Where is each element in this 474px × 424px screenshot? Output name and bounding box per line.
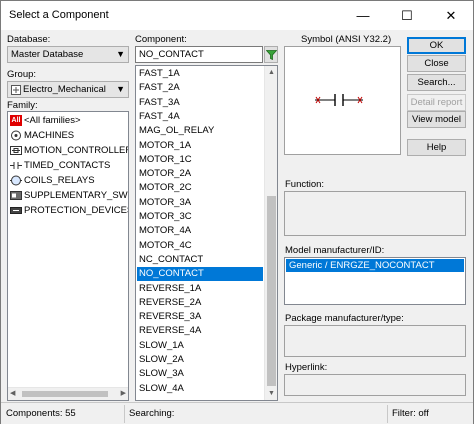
component-list-item[interactable]: MOTOR_2C bbox=[137, 181, 263, 195]
family-label: Family: bbox=[7, 100, 38, 111]
model-manufacturer-item[interactable]: Generic / ENRGZE_NOCONTACT bbox=[286, 259, 464, 272]
group-label: Group: bbox=[7, 69, 37, 80]
status-bar: Components: 55 Searching: Filter: off bbox=[1, 402, 473, 424]
family-horizontal-scrollbar[interactable]: ◀ ▶ bbox=[8, 387, 128, 400]
database-value: Master Database bbox=[11, 49, 84, 60]
component-label: Component: bbox=[135, 34, 187, 45]
chevron-down-icon: ▼ bbox=[116, 49, 125, 59]
component-list-item[interactable]: REVERSE_4A bbox=[137, 324, 263, 338]
component-list-item[interactable]: FAST_1A bbox=[137, 67, 263, 81]
select-component-dialog: Select a Component — ☐ ✕ Database: Maste… bbox=[0, 0, 474, 424]
component-list-item[interactable]: MOTOR_1A bbox=[137, 139, 263, 153]
scroll-down-icon[interactable]: ▼ bbox=[265, 387, 277, 400]
family-item-label: COILS_RELAYS bbox=[24, 175, 95, 186]
scroll-thumb[interactable] bbox=[267, 196, 276, 386]
machine-icon bbox=[10, 130, 22, 141]
component-list-item[interactable]: MOTOR_1C bbox=[137, 153, 263, 167]
components-count: Components: 55 bbox=[6, 408, 76, 419]
component-vertical-scrollbar[interactable]: ▲ ▼ bbox=[264, 66, 277, 400]
family-item-label: PROTECTION_DEVICES bbox=[24, 205, 129, 216]
component-list-item[interactable]: MAG_OL_RELAY bbox=[137, 124, 263, 138]
search-button[interactable]: Search... bbox=[407, 74, 466, 91]
switch-icon bbox=[10, 190, 22, 201]
function-label: Function: bbox=[285, 179, 325, 190]
timed-contact-icon bbox=[10, 160, 22, 171]
component-list-item[interactable]: REVERSE_1A bbox=[137, 282, 263, 296]
component-list-item[interactable]: SLOW_2A bbox=[137, 353, 263, 367]
component-list-item[interactable]: MOTOR_2A bbox=[137, 167, 263, 181]
component-list-item[interactable]: MOTOR_3A bbox=[137, 196, 263, 210]
close-button[interactable]: Close bbox=[407, 55, 466, 72]
component-list-item[interactable]: MOTOR_4A bbox=[137, 224, 263, 238]
view-model-button[interactable]: View model bbox=[407, 111, 466, 128]
component-list-item[interactable]: FAST_3A bbox=[137, 96, 263, 110]
title-bar: Select a Component — ☐ ✕ bbox=[1, 1, 473, 30]
scroll-thumb[interactable] bbox=[22, 391, 108, 397]
family-list: All <All families> MACHINES MOTION_CONTR… bbox=[7, 111, 129, 401]
family-item-label: SUPPLEMENTARY_SWITCH bbox=[24, 190, 128, 201]
model-manufacturer-label: Model manufacturer/ID: bbox=[285, 245, 385, 256]
component-list: FAST_1A FAST_2A FAST_3A FAST_4A MAG_OL_RELAY… bbox=[135, 65, 278, 401]
scroll-left-icon[interactable]: ◀ bbox=[10, 388, 15, 400]
symbol-preview bbox=[284, 46, 401, 155]
group-icon bbox=[11, 85, 21, 95]
component-search-input[interactable]: NO_CONTACT bbox=[135, 46, 263, 63]
filter-icon bbox=[265, 50, 278, 63]
all-families-icon: All bbox=[10, 115, 22, 126]
family-item-label: MACHINES bbox=[24, 130, 75, 141]
filter-status: Filter: off bbox=[392, 408, 429, 419]
group-select[interactable]: Electro_Mechanical ▼ bbox=[7, 81, 129, 98]
database-label: Database: bbox=[7, 34, 51, 45]
component-list-item[interactable]: NO_CONTACT bbox=[137, 267, 263, 282]
component-list-item[interactable]: SLOW_4A bbox=[137, 382, 263, 396]
component-list-item[interactable]: MOTOR_3C bbox=[137, 210, 263, 224]
filter-button[interactable] bbox=[264, 46, 278, 63]
component-list-item[interactable]: SLOW_3A bbox=[137, 367, 263, 381]
component-list-item[interactable]: FAST_2A bbox=[137, 81, 263, 95]
maximize-button[interactable]: ☐ bbox=[385, 1, 429, 30]
component-list-item[interactable]: SLOW_1A bbox=[137, 339, 263, 353]
model-manufacturer-list: Generic / ENRGZE_NOCONTACT bbox=[284, 257, 466, 305]
component-list-item[interactable]: NC_CONTACT bbox=[137, 253, 263, 267]
motion-controller-icon bbox=[10, 145, 22, 156]
family-item-label: <All families> bbox=[24, 115, 81, 126]
protection-icon bbox=[10, 205, 22, 216]
detail-report-button[interactable]: Detail report bbox=[407, 94, 466, 111]
hyperlink-field bbox=[284, 374, 466, 396]
package-manufacturer-field bbox=[284, 325, 466, 357]
minimize-button[interactable]: — bbox=[341, 1, 385, 30]
function-field bbox=[284, 191, 466, 236]
scroll-right-icon[interactable]: ▶ bbox=[121, 388, 126, 400]
scroll-up-icon[interactable]: ▲ bbox=[265, 66, 277, 79]
coil-relay-icon bbox=[10, 175, 22, 186]
family-item-label: TIMED_CONTACTS bbox=[24, 160, 111, 171]
status-divider bbox=[124, 405, 125, 423]
symbol-label: Symbol (ANSI Y32.2) bbox=[301, 34, 392, 45]
help-button[interactable]: Help bbox=[407, 139, 466, 156]
status-divider bbox=[387, 405, 388, 423]
window-title: Select a Component bbox=[9, 9, 109, 21]
group-value: Electro_Mechanical bbox=[23, 84, 106, 95]
component-list-item[interactable]: REVERSE_3A bbox=[137, 310, 263, 324]
package-manufacturer-label: Package manufacturer/type: bbox=[285, 313, 404, 324]
searching-status: Searching: bbox=[129, 408, 175, 419]
chevron-down-icon: ▼ bbox=[116, 84, 125, 94]
component-list-item[interactable]: MOTOR_4C bbox=[137, 239, 263, 253]
close-window-button[interactable]: ✕ bbox=[429, 1, 473, 30]
component-list-item[interactable]: FAST_4A bbox=[137, 110, 263, 124]
component-input-value: NO_CONTACT bbox=[139, 49, 204, 60]
no-contact-symbol-icon bbox=[315, 93, 365, 110]
hyperlink-label: Hyperlink: bbox=[285, 362, 328, 373]
family-item-label: MOTION_CONTROLLERS bbox=[24, 145, 129, 156]
ok-button[interactable]: OK bbox=[407, 37, 466, 54]
database-select[interactable]: Master Database ▼ bbox=[7, 46, 129, 63]
component-list-item[interactable]: REVERSE_2A bbox=[137, 296, 263, 310]
